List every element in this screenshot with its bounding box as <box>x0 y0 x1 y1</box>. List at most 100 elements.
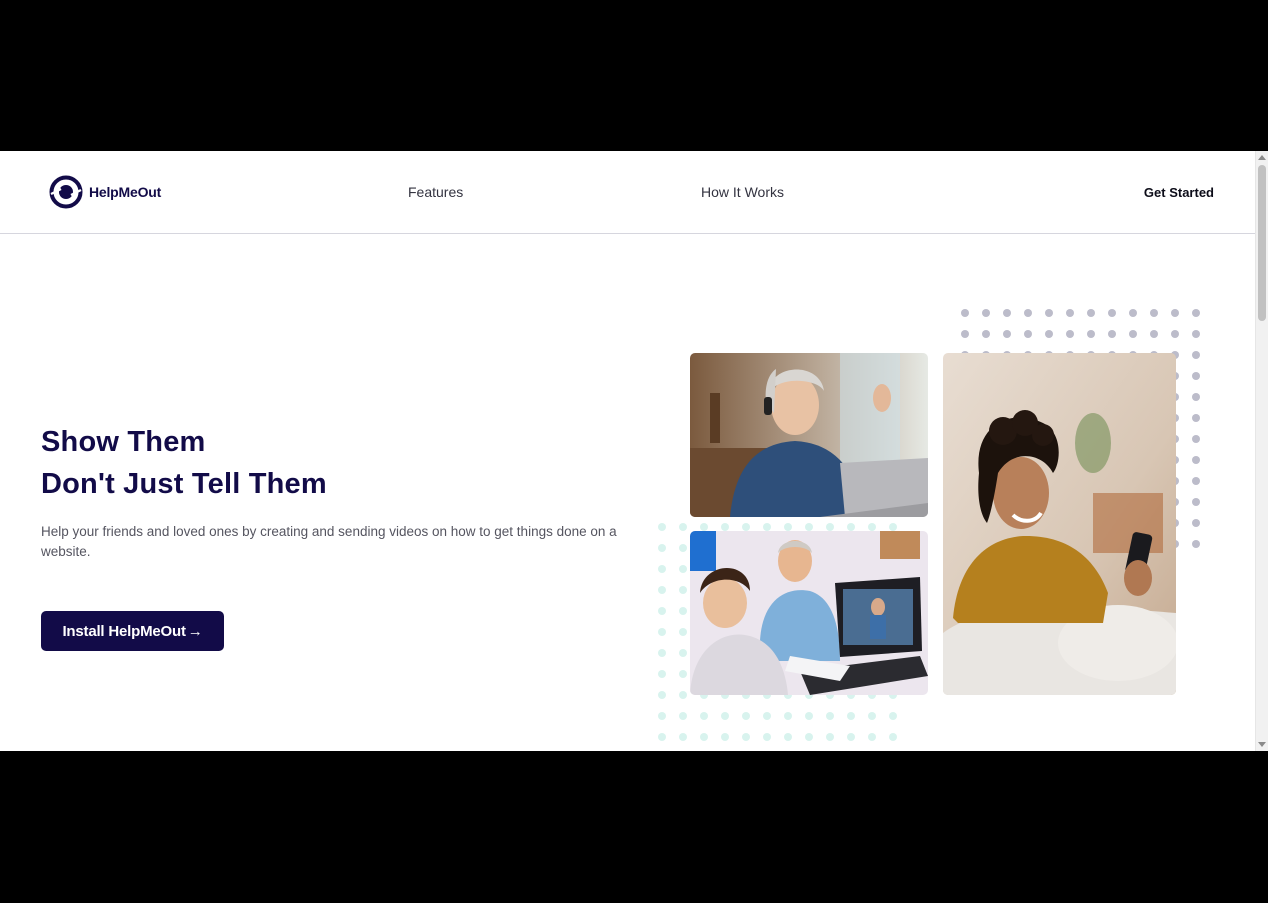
decorative-dot <box>961 330 969 338</box>
get-started-link[interactable]: Get Started <box>1144 185 1214 200</box>
decorative-dot <box>784 712 792 720</box>
decorative-dot <box>658 607 666 615</box>
decorative-dot <box>658 628 666 636</box>
decorative-dot <box>1108 309 1116 317</box>
decorative-dot <box>679 628 687 636</box>
woman-with-headphones-at-laptop-photo <box>690 353 928 517</box>
decorative-dot <box>679 523 687 531</box>
decorative-dot <box>784 733 792 741</box>
decorative-dot <box>826 523 834 531</box>
scroll-thumb[interactable] <box>1258 165 1266 321</box>
decorative-dot <box>1024 330 1032 338</box>
decorative-dot <box>1192 372 1200 380</box>
decorative-dot <box>1003 330 1011 338</box>
decorative-dot <box>1192 498 1200 506</box>
browser-viewport: HelpMeOut Features How It Works Get Star… <box>0 151 1268 751</box>
decorative-dot <box>1171 330 1179 338</box>
decorative-dot <box>658 733 666 741</box>
hero-title: Show Them Don't Just Tell Them <box>41 421 327 505</box>
decorative-dot <box>658 691 666 699</box>
decorative-dot <box>982 330 990 338</box>
decorative-dot <box>679 544 687 552</box>
decorative-dot <box>1192 414 1200 422</box>
decorative-dot <box>679 712 687 720</box>
decorative-dot <box>700 712 708 720</box>
hero-title-line-1: Show Them <box>41 426 206 458</box>
install-button-label: Install HelpMeOut <box>62 622 186 640</box>
decorative-dot <box>961 309 969 317</box>
decorative-dot <box>1192 435 1200 443</box>
decorative-dot <box>1087 309 1095 317</box>
nav-link-how-it-works[interactable]: How It Works <box>701 184 784 200</box>
decorative-dot <box>1150 309 1158 317</box>
decorative-dot <box>889 712 897 720</box>
vertical-scrollbar[interactable] <box>1255 151 1268 751</box>
decorative-dot <box>1150 330 1158 338</box>
decorative-dot <box>1192 477 1200 485</box>
decorative-dot <box>700 733 708 741</box>
scroll-down-arrow-icon[interactable] <box>1258 742 1266 747</box>
decorative-dot <box>1192 393 1200 401</box>
decorative-dot <box>721 733 729 741</box>
decorative-dot <box>700 523 708 531</box>
helpmeout-logo-icon <box>49 175 83 209</box>
grandfather-and-boy-at-laptop-photo <box>690 531 928 695</box>
decorative-dot <box>1045 330 1053 338</box>
decorative-dot <box>679 565 687 573</box>
decorative-dot <box>679 691 687 699</box>
decorative-dot <box>1192 330 1200 338</box>
decorative-dot <box>763 733 771 741</box>
decorative-dot <box>847 733 855 741</box>
decorative-dot <box>1129 309 1137 317</box>
decorative-dot <box>1192 519 1200 527</box>
decorative-dot <box>805 712 813 720</box>
decorative-dot <box>658 712 666 720</box>
nav-link-features[interactable]: Features <box>408 184 463 200</box>
site-header: HelpMeOut Features How It Works Get Star… <box>0 151 1255 234</box>
decorative-dot <box>826 712 834 720</box>
brand-name: HelpMeOut <box>89 184 162 200</box>
smiling-woman-with-phone-photo <box>943 353 1176 695</box>
decorative-dot <box>742 712 750 720</box>
decorative-dot <box>763 523 771 531</box>
decorative-dot <box>1192 309 1200 317</box>
decorative-dot <box>1045 309 1053 317</box>
decorative-dot <box>679 733 687 741</box>
decorative-dot <box>1003 309 1011 317</box>
hero-description: Help your friends and loved ones by crea… <box>41 524 617 559</box>
decorative-dot <box>1087 330 1095 338</box>
decorative-dot <box>721 523 729 531</box>
decorative-dot <box>679 670 687 678</box>
decorative-dot <box>805 523 813 531</box>
decorative-dot <box>658 670 666 678</box>
decorative-dot <box>982 309 990 317</box>
decorative-dot <box>742 523 750 531</box>
decorative-dot <box>1192 540 1200 548</box>
decorative-dot <box>805 733 813 741</box>
decorative-dot <box>1192 456 1200 464</box>
decorative-dot <box>868 712 876 720</box>
decorative-dot <box>1066 330 1074 338</box>
decorative-dot <box>1129 330 1137 338</box>
decorative-dot <box>868 733 876 741</box>
decorative-dot <box>847 712 855 720</box>
scroll-up-arrow-icon[interactable] <box>1258 155 1266 160</box>
decorative-dot <box>658 586 666 594</box>
decorative-dot <box>1108 330 1116 338</box>
decorative-dot <box>868 523 876 531</box>
decorative-dot <box>1192 351 1200 359</box>
decorative-dot <box>889 523 897 531</box>
decorative-dot <box>1024 309 1032 317</box>
install-helpmeout-button[interactable]: Install HelpMeOut → <box>41 611 224 651</box>
decorative-dot <box>742 733 750 741</box>
decorative-dot <box>1066 309 1074 317</box>
decorative-dot <box>721 712 729 720</box>
decorative-dot <box>679 607 687 615</box>
arrow-right-icon: → <box>187 622 203 640</box>
decorative-dot <box>658 649 666 657</box>
logo[interactable]: HelpMeOut <box>49 175 161 209</box>
decorative-dot <box>1171 309 1179 317</box>
landing-page: HelpMeOut Features How It Works Get Star… <box>0 151 1255 751</box>
hero-title-line-2: Don't Just Tell Them <box>41 468 327 500</box>
decorative-dot <box>679 586 687 594</box>
